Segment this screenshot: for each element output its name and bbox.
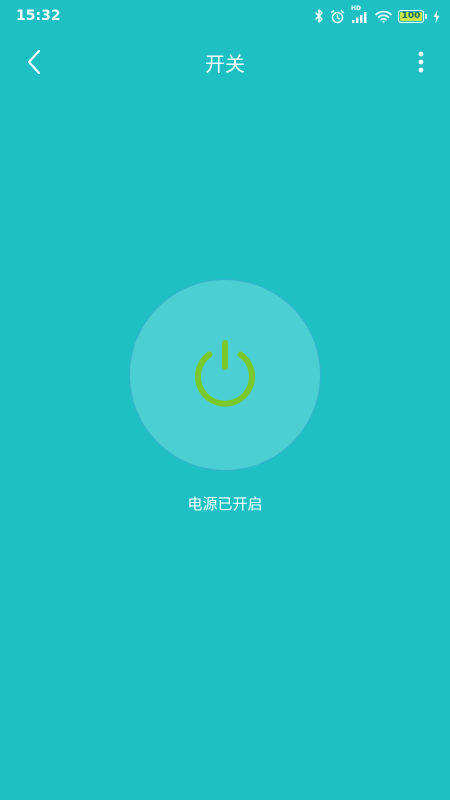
power-status-text: 电源已开启 [187, 495, 263, 513]
wifi-icon [375, 10, 392, 23]
alarm-icon [330, 9, 345, 24]
hd-label: HD [351, 4, 362, 12]
status-bar: 15:32 HD 100 [0, 0, 450, 32]
battery-level: 100 [401, 11, 421, 21]
battery-indicator: 100 [398, 9, 427, 23]
page-title: 开关 [205, 52, 245, 76]
status-time: 15:32 [16, 8, 61, 24]
charging-icon [433, 9, 440, 23]
bluetooth-icon [314, 9, 324, 23]
battery-tip [425, 13, 427, 19]
power-toggle-button[interactable] [130, 280, 320, 470]
battery-icon: 100 [398, 9, 424, 23]
more-vertical-icon [418, 51, 424, 77]
more-options-button[interactable] [406, 44, 436, 84]
status-icons: HD 100 [314, 5, 440, 25]
cellular-signal-icon: HD [351, 5, 369, 24]
power-icon [187, 335, 263, 415]
nav-bar: 开关 [0, 32, 450, 96]
